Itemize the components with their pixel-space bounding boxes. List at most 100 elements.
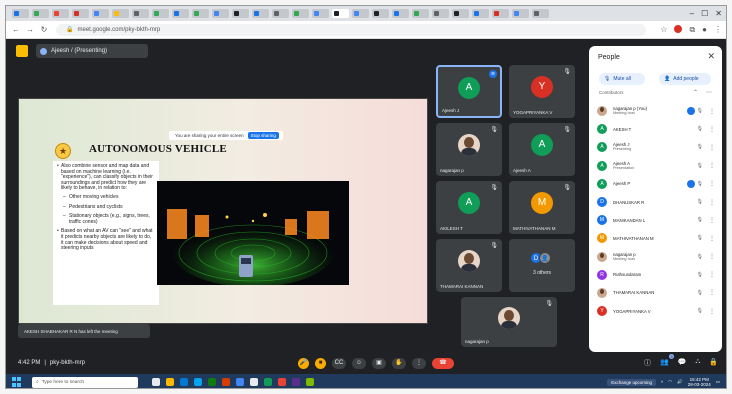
people-list-item[interactable]: R Ruthsundaram 🎙 ⋮ (597, 266, 717, 284)
others-tile[interactable]: D 👤 3 others (509, 239, 575, 292)
close-panel-icon[interactable]: ✕ (707, 51, 715, 62)
chevron-up-tray-icon[interactable]: ^ (661, 380, 663, 385)
more-options-icon[interactable]: ⋮ (709, 199, 715, 206)
taskbar-app-icon[interactable] (166, 378, 174, 386)
taskbar-app-icon[interactable] (208, 378, 216, 386)
people-list-item[interactable]: A Ajeesh J Presenting 🎙 ⋮ (597, 138, 717, 156)
people-list-item[interactable]: nagarajan p Meeting host 🎙 ⋮ (597, 248, 717, 266)
people-list-item[interactable]: M MANIKANDAN L 🎙 ⋮ (597, 211, 717, 229)
presenter-chip[interactable]: Ajeesh / (Presenting) (36, 44, 148, 58)
mic-off-icon[interactable]: 🎙 (697, 199, 703, 205)
browser-tab[interactable] (112, 9, 129, 18)
browser-tab[interactable] (252, 9, 269, 18)
more-options-icon[interactable]: ⋯ (706, 89, 712, 96)
taskbar-app-icon[interactable] (278, 378, 286, 386)
windows-start-icon[interactable] (12, 377, 24, 387)
captions-icon[interactable]: CC (332, 358, 346, 369)
chevron-up-icon[interactable]: ⌃ (693, 89, 698, 96)
participant-tile[interactable]: THAMARAI KANNAN 🎙 (436, 239, 502, 292)
browser-tab[interactable] (452, 9, 469, 18)
more-options-icon[interactable]: ⋮ (709, 180, 715, 187)
browser-tab[interactable] (472, 9, 489, 18)
browser-tab[interactable] (492, 9, 509, 18)
browser-tab[interactable] (232, 9, 249, 18)
reload-icon[interactable]: ↻ (40, 25, 48, 34)
mic-off-icon[interactable]: 🎙 (697, 272, 703, 278)
extensions-icon[interactable]: ⧉ (689, 25, 695, 35)
browser-tab[interactable] (12, 9, 29, 18)
emoji-icon[interactable]: ☺ (352, 358, 366, 369)
mic-off-icon[interactable]: 🎙 (697, 144, 703, 150)
leave-call-button[interactable]: ☎ (432, 358, 454, 369)
participant-tile[interactable]: nagarajan p 🎙 (436, 123, 502, 176)
taskbar-app-icon[interactable] (264, 378, 272, 386)
browser-tab[interactable] (352, 9, 369, 18)
tray-datetime[interactable]: 16:42 PM 28-03-2024 (688, 377, 711, 387)
more-options-icon[interactable]: ⋮ (709, 271, 715, 278)
more-options-icon[interactable]: ⋮ (709, 217, 715, 224)
browser-tab[interactable] (152, 9, 169, 18)
taskbar-app-icon[interactable] (236, 378, 244, 386)
volume-icon[interactable]: 🔊 (677, 379, 683, 385)
stop-sharing-button[interactable]: Stop sharing (247, 132, 279, 139)
people-list-item[interactable]: M MATHIVATHANAN M 🎙 ⋮ (597, 229, 717, 247)
bookmark-star-icon[interactable]: ☆ (660, 25, 667, 35)
people-list-item[interactable]: Y YOGAPRIYANKA V 🎙 ⋮ (597, 302, 717, 320)
present-screen-icon[interactable]: ▣ (372, 358, 386, 369)
people-list-item[interactable]: A Ajeesh P 🎙 ⋮ (597, 175, 717, 193)
chat-icon[interactable]: 💬 (678, 358, 687, 368)
participant-tile[interactable]: A AKILESH T 🎙 (436, 181, 502, 234)
more-options-icon[interactable]: ⋮ (709, 126, 715, 133)
mic-off-icon[interactable]: 🎙 (697, 217, 703, 223)
browser-tab[interactable] (332, 9, 349, 18)
mic-off-icon[interactable]: 🎙 (697, 308, 703, 314)
raise-hand-icon[interactable]: ✋ (392, 358, 406, 369)
minimize-icon[interactable]: – (690, 9, 694, 18)
url-input[interactable]: 🔒 meet.google.com/pky-bkth-mrp (56, 23, 646, 36)
more-options-kebab-icon[interactable]: ⋮ (412, 358, 426, 369)
more-options-icon[interactable]: ⋮ (709, 108, 715, 115)
mic-off-icon[interactable]: 🎙 (697, 254, 703, 260)
mic-off-icon[interactable]: 🎙 (697, 235, 703, 241)
people-list-item[interactable]: THAMARAI KANNAN 🎙 ⋮ (597, 284, 717, 302)
taskbar-app-icon[interactable] (194, 378, 202, 386)
people-list-item[interactable]: A AKESH T 🎙 ⋮ (597, 120, 717, 138)
people-list-item[interactable]: nagarajan p (You) Meeting host 🎙 ⋮ (597, 102, 717, 120)
mute-all-button[interactable]: 🎙 Mute all (599, 73, 645, 85)
participant-tile[interactable]: A Ajeesh A 🎙 (509, 123, 575, 176)
close-window-icon[interactable]: ✕ (715, 9, 722, 18)
more-options-icon[interactable]: ⋮ (709, 235, 715, 242)
host-controls-icon[interactable]: 🔒 (709, 358, 718, 368)
browser-tab[interactable] (292, 9, 309, 18)
forward-icon[interactable]: → (26, 25, 34, 34)
mic-icon[interactable]: 🎤 (298, 358, 309, 369)
tray-status[interactable]: Exchange upcoming (607, 378, 657, 386)
more-options-icon[interactable]: ⋮ (709, 253, 715, 260)
more-options-icon[interactable]: ⋮ (709, 308, 715, 315)
browser-tab[interactable] (532, 9, 549, 18)
taskbar-app-icon[interactable] (222, 378, 230, 386)
participant-tile[interactable]: A Ajeesh J ≋ (436, 65, 502, 118)
notification-icon[interactable]: ▭ (716, 379, 720, 385)
taskbar-app-icon[interactable] (180, 378, 188, 386)
maximize-icon[interactable]: ☐ (701, 9, 708, 18)
browser-tab[interactable] (272, 9, 289, 18)
browser-tab[interactable] (92, 9, 109, 18)
browser-tab[interactable] (52, 9, 69, 18)
browser-tab[interactable] (132, 9, 149, 18)
add-people-button[interactable]: 👤 Add people (659, 73, 711, 85)
activities-icon[interactable]: ⛬ (695, 358, 700, 368)
mic-off-icon[interactable]: 🎙 (697, 181, 703, 187)
more-options-icon[interactable]: ⋮ (709, 144, 715, 151)
menu-kebab-icon[interactable]: ⋮ (714, 25, 722, 35)
mic-off-icon[interactable]: 🎙 (697, 163, 703, 169)
profile-icon[interactable]: ● (702, 25, 707, 35)
taskbar-search-input[interactable]: ⌕ Type here to search (32, 376, 138, 388)
browser-tab[interactable] (512, 9, 529, 18)
more-options-icon[interactable]: ⋮ (709, 289, 715, 296)
taskbar-app-icon[interactable] (292, 378, 300, 386)
browser-tab[interactable] (192, 9, 209, 18)
mic-off-icon[interactable]: 🎙 (697, 290, 703, 296)
camera-icon[interactable]: ■ (315, 358, 326, 369)
wifi-icon[interactable]: ◠ (668, 379, 672, 385)
